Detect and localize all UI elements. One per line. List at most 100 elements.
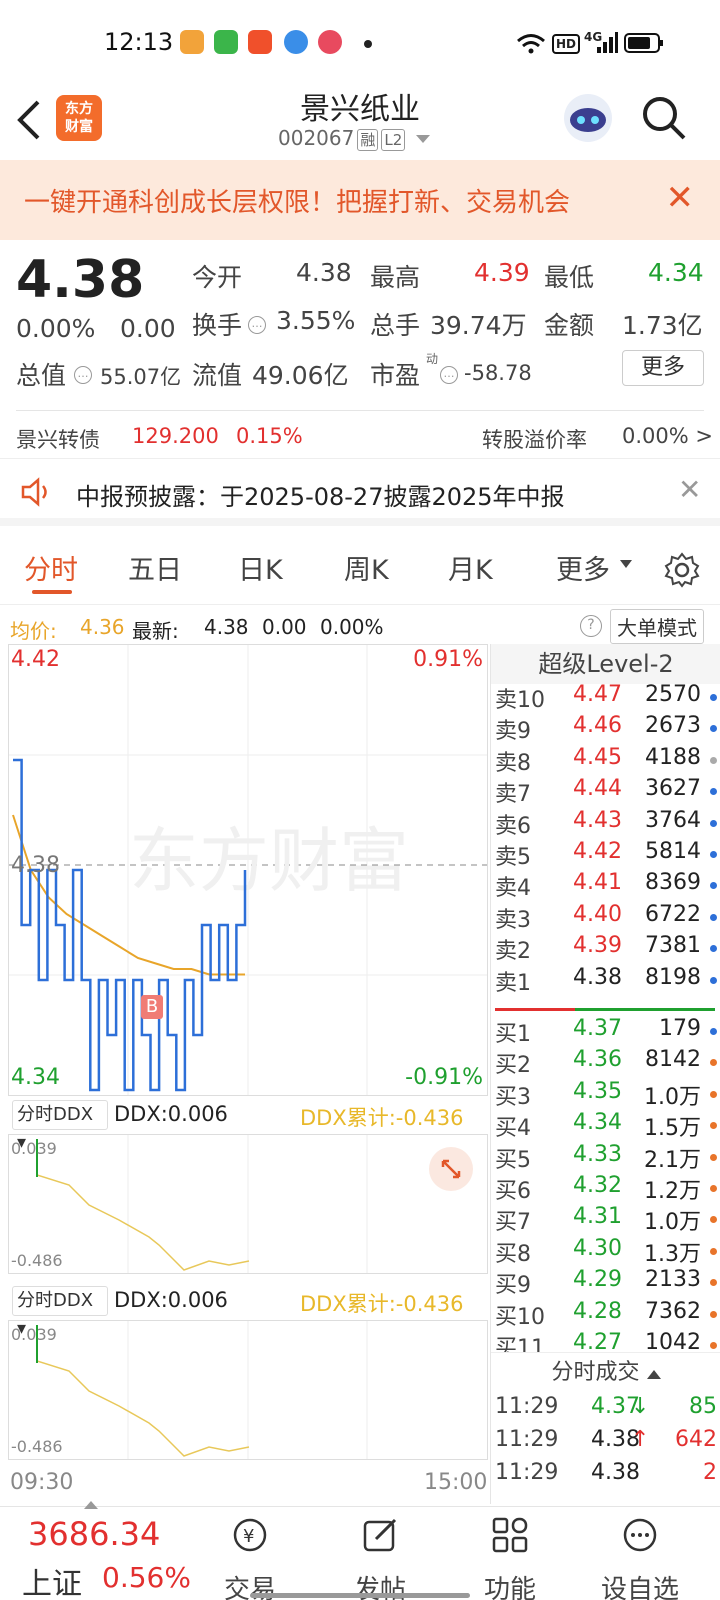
bid-row[interactable]: 买8 4.30 1.3万 <box>491 1236 720 1268</box>
trade-price: 4.38 <box>591 1460 640 1485</box>
bid-row[interactable]: 买1 4.37 179 <box>491 1016 720 1048</box>
bid-row[interactable]: 买3 4.35 1.0万 <box>491 1079 720 1111</box>
bid-price: 4.28 <box>573 1298 622 1324</box>
app-screen: { "status_bar": { "time": "12:13", "netw… <box>0 0 720 1600</box>
ask-row[interactable]: 卖3 4.40 6722 <box>491 902 720 934</box>
conversion-premium-value[interactable]: 0.00% > <box>622 424 713 448</box>
tab-weekly-k[interactable]: 周K <box>344 548 389 587</box>
ask-row[interactable]: 卖2 4.39 7381 <box>491 933 720 965</box>
chevron-up-icon <box>646 1370 661 1379</box>
ask-row[interactable]: 卖9 4.46 2673 <box>491 713 720 745</box>
ask-row[interactable]: 卖1 4.38 8198 <box>491 965 720 997</box>
ddx-header: 分时DDX ▾ DDX:0.006 DDX累计:-0.436 <box>8 1282 488 1339</box>
trade-time: 11:29 <box>495 1427 559 1452</box>
convertible-bond-name[interactable]: 景兴转债 <box>16 424 100 454</box>
bid-row[interactable]: 买4 4.34 1.5万 <box>491 1110 720 1142</box>
robot-assistant-icon[interactable] <box>560 90 616 146</box>
chart-info-row: 均价: 4.36 最新: 4.38 0.00 0.00% ? 大单模式 <box>0 604 720 644</box>
ask-level-label: 卖5 <box>495 845 531 870</box>
speaker-icon <box>21 477 47 507</box>
nav-post[interactable]: 发帖 <box>330 1507 430 1600</box>
market-cap-value: 55.07亿 <box>100 365 182 389</box>
trade-time: 11:29 <box>495 1394 559 1419</box>
change-value: 0.00 <box>120 314 176 343</box>
bid-dot <box>710 1216 717 1224</box>
nav-functions[interactable]: 功能 <box>460 1507 560 1600</box>
ask-volume: 6722 <box>645 901 701 927</box>
volume-label: 总手 <box>370 311 421 340</box>
high-value: 4.39 <box>474 258 530 287</box>
nav-add-watchlist[interactable]: 设自选 <box>590 1507 690 1600</box>
conversion-premium-label[interactable]: 转股溢价率 <box>482 424 587 454</box>
ask-price: 4.39 <box>573 933 622 959</box>
bid-row[interactable]: 买6 4.32 1.2万 <box>491 1173 720 1205</box>
chevron-down-icon <box>415 135 430 143</box>
ddx-chart[interactable]: 0.039 -0.486 <box>8 1320 488 1460</box>
promo-banner[interactable]: 一键开通科创成长层权限！把握打新、交易机会 ✕ <box>0 160 720 240</box>
trades-title: 分时成交 <box>551 1360 640 1385</box>
ddx-chart-svg <box>36 1135 368 1273</box>
bid-dot <box>710 1090 717 1098</box>
ddx-select[interactable]: 分时DDX ▾ <box>12 1100 108 1153</box>
level2-title[interactable]: 超级Level-2 <box>491 644 720 684</box>
info-icon[interactable]: … <box>74 366 92 384</box>
tab-daily-k[interactable]: 日K <box>238 548 283 587</box>
ddx-chart[interactable]: 0.039 -0.486 <box>8 1134 488 1274</box>
bid-dot <box>710 1122 717 1130</box>
bottom-nav: 3686.34 上证 0.56% ¥ 交易 发帖 功能 设自选 <box>0 1501 720 1600</box>
ask-price: 4.43 <box>573 807 622 833</box>
buy-marker[interactable]: B <box>141 995 163 1019</box>
ask-row[interactable]: 卖4 4.41 8369 <box>491 870 720 902</box>
index-name[interactable]: 上证 <box>22 1559 82 1600</box>
ask-price: 4.42 <box>573 839 622 864</box>
ask-volume: 3627 <box>645 776 701 802</box>
close-icon[interactable]: ✕ <box>678 473 701 506</box>
info-icon[interactable]: … <box>248 316 266 334</box>
nav-trade[interactable]: ¥ 交易 <box>200 1507 300 1600</box>
notice-bar[interactable]: 中报预披露：于2025-08-27披露2025年中报 ✕ <box>0 458 720 526</box>
ask-row[interactable]: 卖10 4.47 2570 <box>491 682 720 714</box>
ask-row[interactable]: 卖7 4.44 3627 <box>491 776 720 808</box>
bid-row[interactable]: 买2 4.36 8142 <box>491 1047 720 1079</box>
ask-row[interactable]: 卖6 4.43 3764 <box>491 808 720 840</box>
tab-monthly-k[interactable]: 月K <box>448 548 493 587</box>
gear-icon[interactable] <box>664 552 700 588</box>
ask-row[interactable]: 卖5 4.42 5814 <box>491 839 720 871</box>
expand-icon[interactable] <box>429 1147 473 1191</box>
tab-five-day[interactable]: 五日 <box>128 548 182 587</box>
intraday-chart[interactable]: 东方财富 4.42 0.91% 4.38 4.34 -0.91% B <box>8 644 488 1096</box>
amount-value: 1.73亿 <box>622 311 703 340</box>
chevron-up-icon <box>84 1501 98 1509</box>
bid-row[interactable]: 买7 4.31 1.0万 <box>491 1204 720 1236</box>
current-price: 4.38 <box>16 250 145 310</box>
float-cap-label: 流值 <box>192 361 243 390</box>
status-bar: 12:13 HD 4G <box>0 0 720 80</box>
trades-header[interactable]: 分时成交 <box>491 1352 720 1392</box>
big-order-mode-button[interactable]: 大单模式 <box>610 609 704 644</box>
ask-price: 4.47 <box>573 682 622 707</box>
close-icon[interactable]: ✕ <box>666 178 695 218</box>
float-cap-value: 49.06亿 <box>252 361 349 390</box>
bid-level-label: 买10 <box>495 1304 545 1330</box>
x-axis-end-label: 15:00 <box>424 1470 488 1495</box>
info-icon[interactable]: … <box>440 366 458 384</box>
tab-more[interactable]: 更多 <box>556 548 610 587</box>
bid-row[interactable]: 买9 4.29 2133 <box>491 1267 720 1299</box>
bid-row[interactable]: 买10 4.28 7362 <box>491 1299 720 1331</box>
ddx-select[interactable]: 分时DDX ▾ <box>12 1286 108 1339</box>
more-button[interactable]: 更多 <box>622 350 704 386</box>
search-icon[interactable] <box>640 94 688 142</box>
stock-code-row[interactable]: 002067 融 L2 <box>278 126 430 151</box>
convertible-bond-pct: 0.15% <box>236 424 303 448</box>
help-icon[interactable]: ? <box>580 615 602 637</box>
bid-price: 4.29 <box>573 1267 622 1293</box>
ask-row[interactable]: 卖8 4.45 4188 <box>491 745 720 777</box>
ddx-bottom-label: -0.486 <box>11 1251 63 1270</box>
ddx-select-label: 分时DDX <box>17 1290 94 1311</box>
index-value[interactable]: 3686.34 <box>28 1515 160 1553</box>
bid-row[interactable]: 买5 4.33 2.1万 <box>491 1142 720 1174</box>
more-circle-icon <box>623 1518 657 1552</box>
ddx-top-label: 0.039 <box>11 1139 57 1158</box>
turnover-value: 3.55% <box>276 306 356 335</box>
tab-intraday[interactable]: 分时 <box>24 548 78 587</box>
